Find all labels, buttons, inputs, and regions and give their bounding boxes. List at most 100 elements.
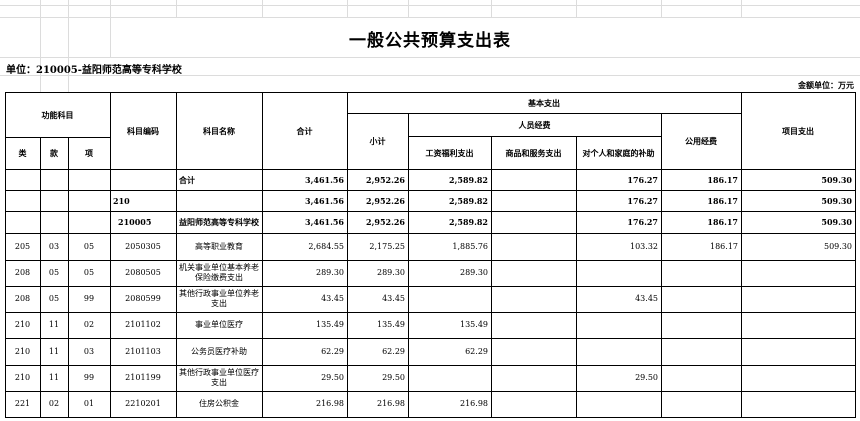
grid-line (491, 0, 492, 18)
cell-total: 29.50 (321, 373, 344, 382)
cell-subtotal: 289.30 (377, 268, 405, 277)
cell-name: 住房公积金 (199, 399, 239, 408)
cell-personal (576, 391, 661, 417)
cell-total: 3,461.56 (305, 174, 344, 185)
border-line (40, 169, 41, 418)
cell-kuan (40, 190, 68, 211)
cell-total: 3,461.56 (305, 195, 344, 206)
cell-name: 合计 (179, 174, 195, 185)
cell-kuan: 05 (48, 268, 60, 277)
border-line (5, 391, 856, 392)
cell-public (661, 260, 741, 286)
border-line (262, 92, 263, 418)
grid-line (262, 0, 263, 18)
cell-code: 2101102 (125, 320, 161, 329)
cell-total: 135.49 (316, 320, 344, 329)
cell-name: 其他行政事业单位养老支出 (179, 289, 259, 308)
cell-goods (491, 365, 576, 391)
header-personal: 对个人和家庭的补助 (582, 147, 655, 158)
cell-public (661, 365, 741, 391)
cell-personal: 43.45 (635, 294, 658, 303)
cell-subtotal: 2,952.26 (366, 195, 405, 206)
cell-code: 2101103 (125, 346, 161, 356)
cell-personal: 29.50 (635, 373, 658, 382)
cell-goods (491, 286, 576, 312)
cell-project (741, 260, 855, 286)
cell-project (741, 338, 855, 365)
cell-wages (408, 365, 491, 391)
cell-kuan: 02 (48, 399, 60, 408)
border-line (347, 92, 348, 418)
border-line (5, 190, 856, 191)
cell-goods (491, 391, 576, 417)
cell-goods (491, 169, 576, 190)
border-line (5, 365, 856, 366)
cell-subtotal: 2,952.26 (366, 217, 405, 227)
border-line (661, 113, 662, 418)
cell-project: 509.30 (821, 217, 852, 227)
cell-xiang: 05 (83, 241, 95, 251)
cell-xiang (68, 211, 110, 233)
cell-kuan (40, 211, 68, 233)
cell-wages: 289.30 (460, 268, 488, 277)
cell-code: 210 (113, 195, 130, 206)
border-line (5, 233, 856, 234)
border-line (347, 113, 741, 114)
grid-line (176, 0, 177, 18)
cell-lei (5, 169, 40, 190)
border-line (5, 338, 856, 339)
cell-name: 机关事业单位基本养老保险缴费支出 (179, 263, 259, 282)
cell-subtotal: 29.50 (382, 373, 405, 382)
border-line (5, 92, 856, 93)
header-lei: 类 (18, 148, 27, 158)
border-line (5, 260, 856, 261)
cell-xiang: 05 (83, 268, 95, 277)
cell-public: 186.17 (707, 195, 738, 206)
cell-xiang (68, 169, 110, 190)
border-line (176, 92, 177, 418)
cell-public (661, 391, 741, 417)
header-goods: 商品和服务支出 (505, 147, 562, 158)
cell-wages: 2,589.82 (449, 217, 488, 227)
header-subtotal: 小计 (369, 136, 386, 146)
cell-wages: 62.29 (465, 346, 488, 356)
cell-wages (408, 286, 491, 312)
page-title: 一般公共预算支出表 (349, 31, 511, 51)
border-line (855, 92, 856, 418)
border-line (40, 137, 41, 169)
cell-code (110, 169, 176, 190)
header-code: 科目编码 (127, 126, 159, 136)
cell-kuan: 03 (48, 241, 60, 251)
header-name: 科目名称 (203, 126, 235, 136)
cell-project (741, 365, 855, 391)
cell-goods (491, 211, 576, 233)
cell-kuan (40, 169, 68, 190)
cell-xiang: 99 (83, 373, 95, 382)
cell-total: 2,684.55 (308, 241, 344, 251)
cell-lei (5, 190, 40, 211)
border-line (5, 169, 856, 170)
header-xiang: 项 (85, 148, 93, 158)
border-line (5, 137, 110, 138)
cell-name: 事业单位医疗 (195, 320, 243, 329)
cell-code: 2101199 (125, 373, 161, 382)
cell-name (176, 190, 262, 211)
cell-public: 186.17 (707, 217, 738, 227)
cell-public: 186.17 (710, 241, 738, 251)
cell-lei: 208 (14, 294, 31, 303)
cell-public (661, 338, 741, 365)
cell-code: 210005 (118, 217, 152, 227)
cell-subtotal: 2,952.26 (366, 174, 405, 185)
border-line (576, 136, 577, 418)
header-personnel: 人员经费 (518, 119, 551, 130)
cell-personal: 176.27 (627, 174, 658, 185)
cell-name: 益阳师范高等专科学校 (179, 217, 259, 227)
cell-goods (491, 233, 576, 260)
cell-wages: 2,589.82 (449, 174, 488, 185)
cell-code: 2080599 (125, 294, 161, 303)
header-total: 合计 (296, 126, 313, 136)
cell-lei: 205 (14, 241, 31, 251)
header-project: 项目支出 (782, 126, 814, 136)
grid-line (0, 57, 860, 58)
cell-xiang: 99 (83, 294, 95, 303)
